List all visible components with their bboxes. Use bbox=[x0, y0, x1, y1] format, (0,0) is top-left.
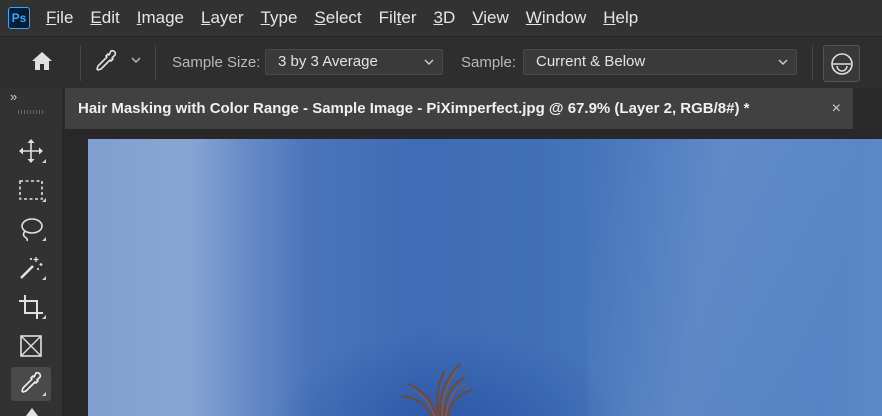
menu-item[interactable]: 3D bbox=[433, 8, 455, 28]
menu-bar: Ps File Edit Image Layer Type Select Filter 3D V… bbox=[0, 0, 882, 36]
chevron-down-icon[interactable] bbox=[131, 56, 141, 64]
document-title: Hair Masking with Color Range - Sample I… bbox=[78, 100, 750, 117]
panel-grip[interactable] bbox=[18, 110, 43, 114]
menu-item[interactable]: Edit bbox=[90, 8, 119, 28]
photoshop-logo[interactable]: Ps bbox=[8, 7, 30, 29]
sample-select[interactable]: Current & Below bbox=[523, 49, 797, 75]
separator bbox=[155, 45, 156, 81]
magic-wand-tool[interactable] bbox=[11, 251, 51, 285]
document-tab-bar: Hair Masking with Color Range - Sample I… bbox=[62, 88, 882, 129]
separator bbox=[812, 45, 813, 81]
brush-tool-peek-icon[interactable] bbox=[26, 408, 38, 416]
menu-item[interactable]: Type bbox=[261, 8, 298, 28]
crop-tool[interactable] bbox=[11, 290, 51, 324]
frame-icon bbox=[20, 335, 42, 357]
options-bar: Sample Size: 3 by 3 Average Sample: Curr… bbox=[0, 36, 882, 88]
document-image[interactable] bbox=[88, 139, 882, 416]
magic-wand-icon bbox=[20, 257, 43, 279]
menu-items: File Edit Image Layer Type Select Filter 3D View… bbox=[46, 8, 655, 28]
move-icon bbox=[19, 139, 43, 163]
sample-label: Sample: bbox=[461, 54, 517, 71]
marquee-tool[interactable] bbox=[11, 173, 51, 207]
tools-panel: » bbox=[0, 88, 62, 416]
sample-size-select[interactable]: 3 by 3 Average bbox=[265, 49, 443, 75]
rectangle-marquee-icon bbox=[19, 180, 43, 200]
menu-item[interactable]: Window bbox=[526, 8, 586, 28]
tool-preset-picker[interactable] bbox=[94, 49, 118, 80]
document-tab[interactable]: Hair Masking with Color Range - Sample I… bbox=[65, 88, 853, 129]
crop-icon bbox=[19, 295, 43, 319]
eyedropper-icon bbox=[21, 371, 42, 393]
menu-item[interactable]: Help bbox=[603, 8, 638, 28]
menu-item[interactable]: Layer bbox=[201, 8, 244, 28]
menu-item[interactable]: View bbox=[472, 8, 509, 28]
chevron-down-icon bbox=[778, 59, 788, 65]
hair-strands bbox=[400, 362, 474, 416]
sample-value: Current & Below bbox=[536, 53, 646, 70]
move-tool[interactable] bbox=[11, 134, 51, 168]
lasso-tool[interactable] bbox=[11, 212, 51, 246]
sky-highlight bbox=[588, 139, 882, 416]
eyedropper-icon bbox=[96, 49, 117, 71]
eyedropper-tool[interactable] bbox=[11, 367, 51, 401]
home-icon bbox=[32, 52, 52, 70]
close-icon[interactable]: × bbox=[832, 100, 841, 118]
frame-tool[interactable] bbox=[11, 329, 51, 363]
show-sampling-ring-button[interactable] bbox=[823, 45, 860, 82]
separator bbox=[80, 45, 81, 81]
expand-panel-button[interactable]: » bbox=[10, 89, 17, 104]
sampling-ring-icon bbox=[830, 52, 853, 75]
sample-size-value: 3 by 3 Average bbox=[278, 53, 378, 70]
menu-item[interactable]: Image bbox=[137, 8, 184, 28]
lasso-icon bbox=[21, 218, 43, 242]
sample-size-label: Sample Size: bbox=[172, 54, 261, 71]
menu-item[interactable]: File bbox=[46, 8, 73, 28]
menu-item[interactable]: Select bbox=[314, 8, 361, 28]
chevron-down-icon bbox=[424, 59, 434, 65]
menu-item[interactable]: Filter bbox=[379, 8, 417, 28]
home-button[interactable] bbox=[30, 50, 54, 77]
